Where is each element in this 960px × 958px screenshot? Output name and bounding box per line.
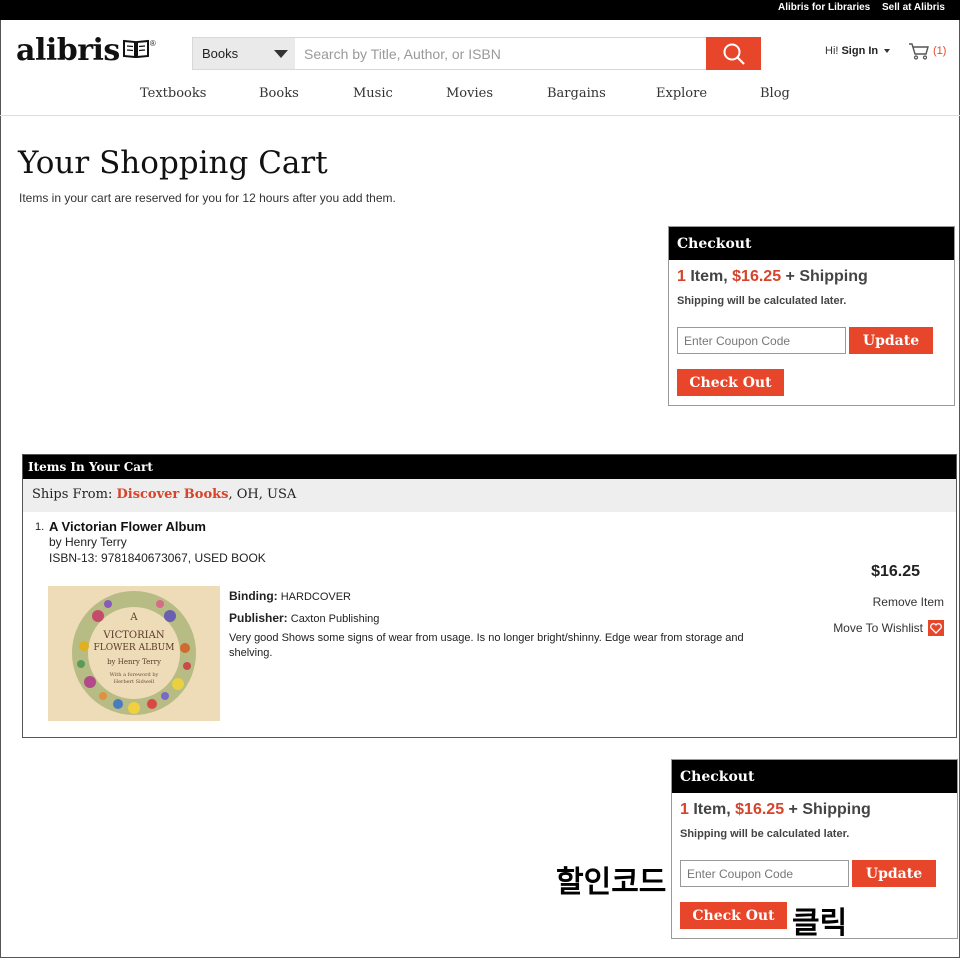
checkout-heading: Checkout — [672, 760, 957, 793]
registered-mark: ® — [149, 38, 156, 48]
cart-items-section: Items In Your Cart Ships From: Discover … — [22, 454, 957, 738]
nav-textbooks[interactable]: Textbooks — [140, 86, 206, 101]
cart-summary: 1 Item, $16.25 + Shipping — [677, 268, 868, 286]
alibris-logo[interactable]: alibris ® — [16, 32, 156, 68]
item-count: 1 — [680, 801, 689, 818]
cart-count: (1) — [933, 45, 947, 57]
nav-books[interactable]: Books — [259, 86, 299, 101]
coupon-code-input[interactable] — [680, 860, 849, 887]
sell-at-alibris-link[interactable]: Sell at Alibris — [882, 2, 945, 13]
check-out-button[interactable]: Check Out — [680, 902, 787, 929]
ships-from-row: Ships From: Discover Books, OH, USA — [23, 479, 956, 512]
sign-in-label: Sign In — [841, 45, 879, 57]
publisher-label: Publisher: — [229, 611, 288, 625]
heart-icon — [928, 620, 944, 636]
logo-text: alibris — [16, 32, 120, 68]
cart-total: $16.25 — [735, 801, 785, 818]
item-price: $16.25 — [871, 563, 920, 580]
condition-description: Very good Shows some signs of wear from … — [229, 632, 744, 659]
dropdown-caret-icon — [884, 49, 891, 53]
item-isbn: ISBN-13: 9781840673067, USED BOOK — [49, 551, 266, 565]
search-input[interactable] — [295, 38, 706, 69]
nav-blog[interactable]: Blog — [760, 86, 790, 101]
shipping-note: Shipping will be calculated later. — [680, 828, 850, 840]
cover-foreword-line1: With a foreword by — [110, 672, 159, 678]
category-select[interactable]: Books — [193, 38, 295, 69]
cart-summary: 1 Item, $16.25 + Shipping — [680, 801, 871, 819]
binding-row: Binding: HARDCOVER — [229, 589, 351, 603]
publisher-row: Publisher: Caxton Publishing — [229, 611, 379, 625]
cover-title-line1: VICTORIAN — [102, 630, 164, 641]
wishlist-label: Move To Wishlist — [833, 621, 923, 635]
item-number: 1. — [35, 521, 45, 533]
item-word: Item, — [693, 801, 731, 818]
header-divider — [0, 115, 960, 116]
checkout-box-top: Checkout 1 Item, $16.25 + Shipping Shipp… — [668, 226, 955, 406]
main-nav: Textbooks Books Music Movies Bargains Ex… — [0, 85, 960, 105]
coupon-hint-annotation: 할인코드 — [556, 865, 667, 900]
remove-item-link[interactable]: Remove Item — [873, 595, 944, 609]
check-out-button[interactable]: Check Out — [677, 369, 784, 396]
items-heading: Items In Your Cart — [23, 455, 956, 479]
search-button[interactable] — [706, 37, 761, 70]
page-title: Your Shopping Cart — [18, 145, 328, 181]
cart-link[interactable]: (1) — [908, 42, 946, 60]
nav-bargains[interactable]: Bargains — [547, 86, 606, 101]
cover-author: by Henry Terry — [107, 658, 161, 666]
greeting: Hi! — [825, 45, 839, 57]
publisher-value: Caxton Publishing — [290, 613, 380, 625]
top-utility-bar: Alibris for Libraries Sell at Alibris — [0, 0, 960, 20]
nav-music[interactable]: Music — [353, 86, 393, 101]
cover-foreword-line2: Herbert Sidwell — [114, 679, 155, 685]
item-author: by Henry Terry — [49, 535, 127, 549]
category-select-value: Books — [202, 46, 239, 61]
nav-explore[interactable]: Explore — [656, 86, 707, 101]
shipping-suffix: + Shipping — [788, 801, 871, 818]
update-button[interactable]: Update — [852, 860, 936, 887]
binding-value: HARDCOVER — [280, 591, 352, 603]
item-title-link[interactable]: A Victorian Flower Album — [49, 519, 206, 534]
item-count: 1 — [677, 268, 686, 285]
shopping-cart-icon — [909, 43, 929, 60]
ships-from-label: Ships From: — [32, 487, 113, 502]
cover-letter: A — [129, 612, 138, 623]
shipping-suffix: + Shipping — [785, 268, 868, 285]
book-icon — [122, 38, 149, 63]
sign-in-menu[interactable]: Hi! Sign In — [825, 45, 891, 57]
search-bar: Books — [192, 37, 761, 70]
item-word: Item, — [690, 268, 728, 285]
nav-movies[interactable]: Movies — [446, 86, 493, 101]
alibris-for-libraries-link[interactable]: Alibris for Libraries — [778, 2, 870, 13]
seller-location: , OH, USA — [228, 487, 297, 502]
shipping-note: Shipping will be calculated later. — [677, 295, 847, 307]
binding-label: Binding: — [229, 589, 278, 603]
search-icon — [723, 43, 745, 65]
checkout-heading: Checkout — [669, 227, 954, 260]
move-to-wishlist-link[interactable]: Move To Wishlist — [833, 620, 944, 636]
cover-title-line2: FLOWER ALBUM — [94, 643, 175, 653]
book-cover-image[interactable]: A VICTORIAN FLOWER ALBUM by Henry Terry … — [48, 586, 220, 721]
coupon-code-input[interactable] — [677, 327, 846, 354]
page-subtitle: Items in your cart are reserved for you … — [19, 191, 396, 205]
cart-total: $16.25 — [732, 268, 782, 285]
click-hint-annotation: 클릭 — [792, 906, 848, 941]
seller-link[interactable]: Discover Books — [116, 487, 228, 502]
caret-down-icon — [274, 50, 288, 58]
update-button[interactable]: Update — [849, 327, 933, 354]
